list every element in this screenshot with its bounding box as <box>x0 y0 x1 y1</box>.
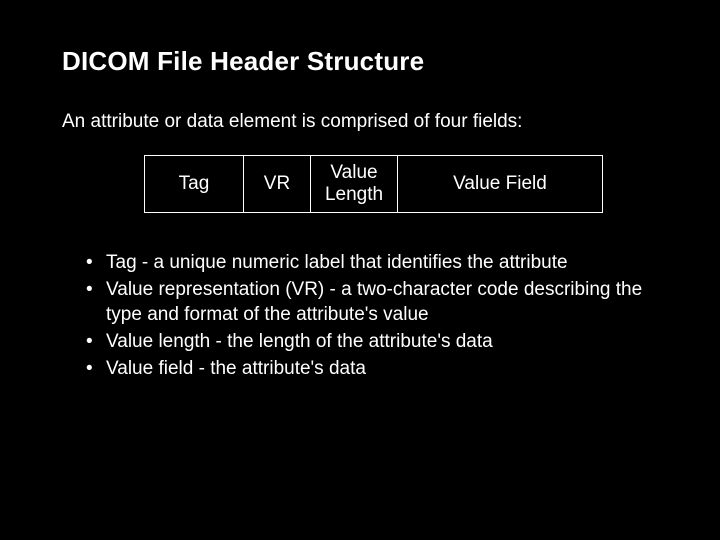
table-row: Tag VR Value Length Value Field <box>145 156 603 213</box>
cell-tag: Tag <box>145 156 244 213</box>
list-item: Value representation (VR) - a two-charac… <box>86 278 658 327</box>
cell-vr: VR <box>244 156 311 213</box>
cell-value-length: Value Length <box>311 156 398 213</box>
bullet-list: Tag - a unique numeric label that identi… <box>62 251 658 382</box>
page-title: DICOM File Header Structure <box>62 46 658 77</box>
fields-table: Tag VR Value Length Value Field <box>144 155 603 213</box>
list-item: Tag - a unique numeric label that identi… <box>86 251 658 275</box>
cell-value-field: Value Field <box>398 156 603 213</box>
slide: DICOM File Header Structure An attribute… <box>0 0 720 540</box>
list-item: Value length - the length of the attribu… <box>86 330 658 354</box>
list-item: Value field - the attribute's data <box>86 357 658 381</box>
intro-text: An attribute or data element is comprise… <box>62 111 658 133</box>
